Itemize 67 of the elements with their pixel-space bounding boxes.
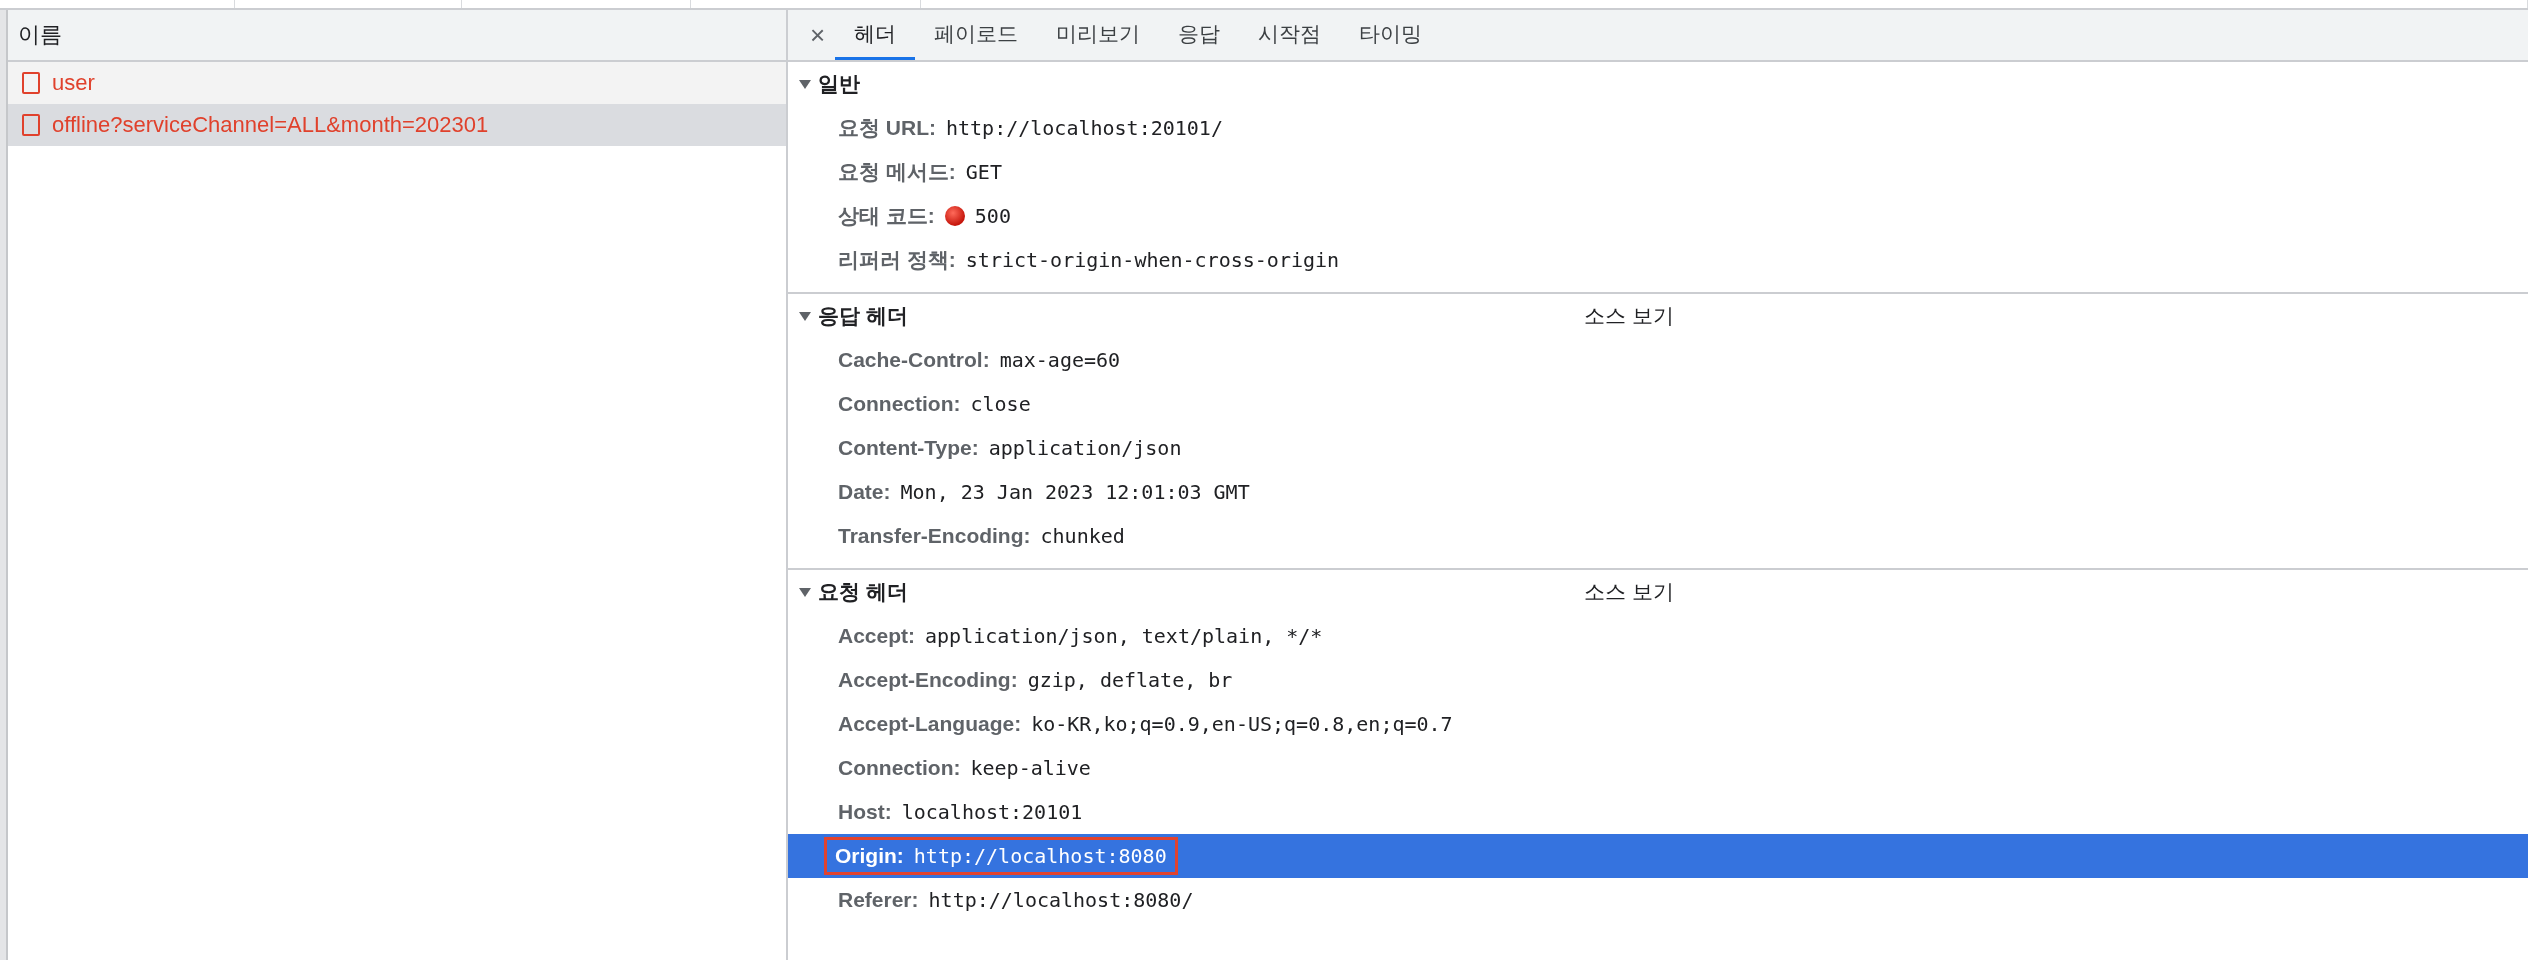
- tab[interactable]: 헤더: [835, 10, 916, 60]
- section-title: 응답 헤더: [818, 303, 909, 329]
- header-row[interactable]: Accept-Encoding: gzip, deflate, br: [788, 658, 2528, 702]
- tab[interactable]: 미리보기: [1037, 10, 1160, 60]
- header-row[interactable]: Accept-Language: ko-KR,ko;q=0.9,en-US;q=0.8,en;q=0.7: [788, 702, 2528, 746]
- expanded-triangle-icon[interactable]: [798, 310, 812, 322]
- header-value: Mon, 23 Jan 2023 12:01:03 GMT: [900, 480, 1250, 504]
- tab[interactable]: 응답: [1159, 10, 1240, 60]
- header-value: http://localhost:8080/: [928, 888, 1194, 912]
- header-value: http://localhost:8080: [913, 844, 1167, 868]
- header-row[interactable]: Accept: application/json, text/plain, */*: [788, 614, 2528, 658]
- tab[interactable]: 타이밍: [1340, 10, 1442, 60]
- view-source-link[interactable]: 소스 보기: [1584, 578, 1674, 606]
- header-value: close: [970, 392, 1031, 416]
- header-value: chunked: [1040, 524, 1125, 548]
- header-name: Accept:: [838, 624, 916, 648]
- header-name: Referer:: [838, 888, 919, 912]
- header-name: 리퍼러 정책:: [838, 247, 956, 273]
- close-button[interactable]: ×: [800, 10, 836, 60]
- header-row[interactable]: Transfer-Encoding: chunked: [788, 514, 2528, 558]
- header-row[interactable]: 요청 URL: http://localhost:20101/: [788, 106, 2528, 150]
- view-source-link[interactable]: 소스 보기: [1584, 302, 1674, 330]
- document-icon: [22, 114, 40, 136]
- header-row[interactable]: Connection: close: [788, 382, 2528, 426]
- header-row[interactable]: 요청 메서드: GET: [788, 150, 2528, 194]
- header-name: Accept-Encoding:: [838, 668, 1018, 692]
- header-row[interactable]: Date: Mon, 23 Jan 2023 12:01:03 GMT: [788, 470, 2528, 514]
- header-value: ko-KR,ko;q=0.9,en-US;q=0.8,en;q=0.7: [1031, 712, 1453, 736]
- header-value: application/json, text/plain, */*: [925, 624, 1323, 648]
- header-value: max-age=60: [999, 348, 1121, 372]
- expanded-triangle-icon[interactable]: [798, 78, 812, 90]
- header-name: Accept-Language:: [838, 712, 1022, 736]
- header-row[interactable]: Host: localhost:20101: [788, 790, 2528, 834]
- header-row[interactable]: Origin: http://localhost:8080: [788, 834, 2528, 878]
- expanded-triangle-icon[interactable]: [798, 586, 812, 598]
- tab[interactable]: 시작점: [1239, 10, 1341, 60]
- header-row[interactable]: 리퍼러 정책: strict-origin-when-cross-origin: [788, 238, 2528, 282]
- header-row[interactable]: Cache-Control: max-age=60: [788, 338, 2528, 382]
- header-name: Host:: [838, 800, 892, 824]
- header-value: gzip, deflate, br: [1027, 668, 1233, 692]
- header-name: Connection:: [838, 756, 961, 780]
- header-name: 요청 URL:: [838, 115, 936, 141]
- header-value: localhost:20101: [901, 800, 1083, 824]
- header-row[interactable]: Referer: http://localhost:8080/: [788, 878, 2528, 922]
- name-column-header[interactable]: 이름: [8, 10, 786, 62]
- header-value: http://localhost:20101/: [946, 116, 1223, 140]
- header-value: application/json: [988, 436, 1182, 460]
- header-row[interactable]: Connection: keep-alive: [788, 746, 2528, 790]
- header-name: Transfer-Encoding:: [838, 524, 1031, 548]
- document-icon: [22, 72, 40, 94]
- section-title: 일반: [818, 71, 861, 97]
- header-name: Connection:: [838, 392, 961, 416]
- header-name: 요청 메서드:: [838, 159, 956, 185]
- header-value: GET: [965, 160, 1002, 184]
- header-name: Cache-Control:: [838, 348, 990, 372]
- header-name: Content-Type:: [838, 436, 979, 460]
- header-name: Date:: [838, 480, 891, 504]
- header-value: keep-alive: [970, 756, 1091, 780]
- request-item[interactable]: user: [8, 62, 786, 104]
- header-row[interactable]: Content-Type: application/json: [788, 426, 2528, 470]
- header-row[interactable]: 상태 코드: 500: [788, 194, 2528, 238]
- tab[interactable]: 페이로드: [915, 10, 1038, 60]
- section-title: 요청 헤더: [818, 579, 909, 605]
- header-name: 상태 코드:: [838, 203, 935, 229]
- header-value: strict-origin-when-cross-origin: [965, 248, 1340, 272]
- header-value: 500: [974, 204, 1011, 228]
- header-name: Origin:: [835, 844, 904, 868]
